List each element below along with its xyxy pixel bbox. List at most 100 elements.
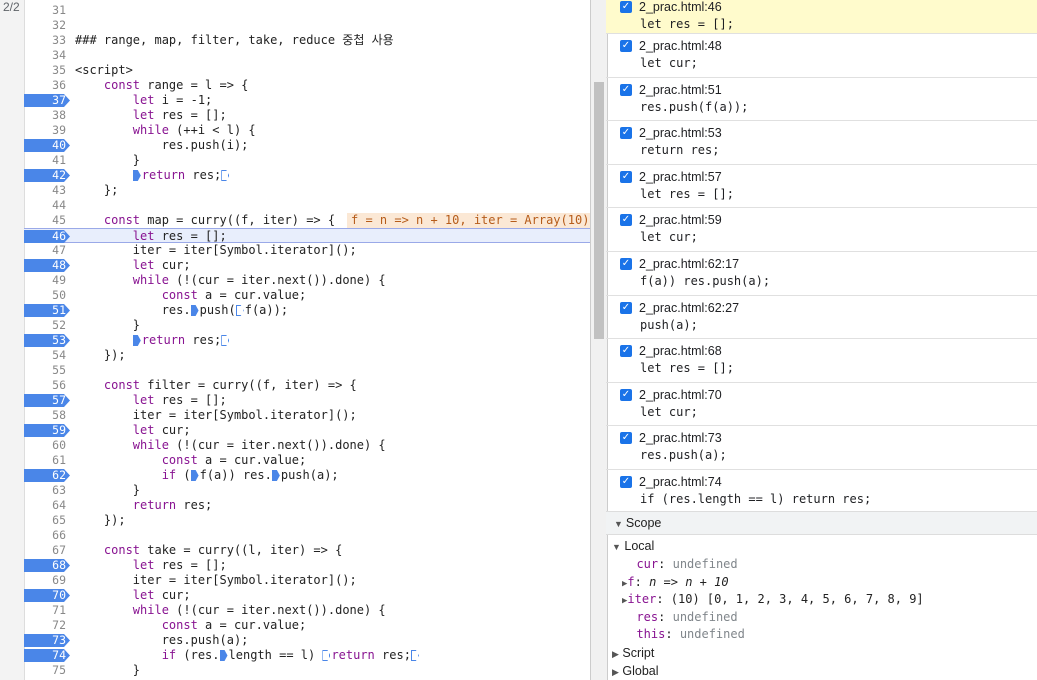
breakpoint-item[interactable]: ✓ 2_prac.html:53 return res;: [606, 120, 1037, 165]
code-line[interactable]: 68 let res = [];: [24, 558, 590, 573]
breakpoint-item[interactable]: ✓ 2_prac.html:74 if (res.length == l) retu…: [606, 469, 1037, 514]
line-number[interactable]: 45: [24, 213, 66, 228]
line-number[interactable]: 72: [24, 618, 66, 633]
line-number[interactable]: 40: [24, 138, 66, 153]
code-line[interactable]: 34: [24, 48, 590, 63]
line-number[interactable]: 53: [24, 333, 66, 348]
breakpoint-checkbox[interactable]: ✓: [620, 127, 632, 140]
line-number[interactable]: 66: [24, 528, 66, 543]
code-line[interactable]: 50 const a = cur.value;: [24, 288, 590, 303]
line-number[interactable]: 67: [24, 543, 66, 558]
code-line[interactable]: 60 while (!(cur = iter.next()).done) {: [24, 438, 590, 453]
code-line[interactable]: 56 const filter = curry((f, iter) => {: [24, 378, 590, 393]
code-line[interactable]: 63 }: [24, 483, 590, 498]
line-number[interactable]: 52: [24, 318, 66, 333]
line-number[interactable]: 39: [24, 123, 66, 138]
breakpoint-item[interactable]: ✓ 2_prac.html:46 let res = [];: [606, 0, 1037, 34]
code-line[interactable]: 52 }: [24, 318, 590, 333]
line-number[interactable]: 33: [24, 33, 66, 48]
line-number[interactable]: 73: [24, 633, 66, 648]
code-line[interactable]: 48 let cur;: [24, 258, 590, 273]
code-line[interactable]: 45 const map = curry((f, iter) => {f = n…: [24, 213, 590, 228]
code-line[interactable]: 59 let cur;: [24, 423, 590, 438]
code-line[interactable]: 62 if (f(a)) res. push(a);: [24, 468, 590, 483]
line-number[interactable]: 70: [24, 588, 66, 603]
line-number[interactable]: 64: [24, 498, 66, 513]
code-line[interactable]: 72 const a = cur.value;: [24, 618, 590, 633]
code-line[interactable]: 38 let res = [];: [24, 108, 590, 123]
code-line[interactable]: 39 while (++i < l) {: [24, 123, 590, 138]
code-line[interactable]: 51 res. push(f(a));: [24, 303, 590, 318]
code-line[interactable]: 36 const range = l => {: [24, 78, 590, 93]
code-line[interactable]: 57 let res = [];: [24, 393, 590, 408]
scope-variable[interactable]: ▶f: n => n + 10: [622, 575, 729, 589]
line-number[interactable]: 44: [24, 198, 66, 213]
code-line[interactable]: 70 let cur;: [24, 588, 590, 603]
breakpoint-item[interactable]: ✓ 2_prac.html:62:27 push(a);: [606, 295, 1037, 340]
code-line[interactable]: 71 while (!(cur = iter.next()).done) {: [24, 603, 590, 618]
breakpoint-item[interactable]: ✓ 2_prac.html:70 let cur;: [606, 382, 1037, 427]
scope-variable[interactable]: ▶iter: (10) [0, 1, 2, 3, 4, 5, 6, 7, 8, …: [622, 592, 924, 606]
code-line[interactable]: 66: [24, 528, 590, 543]
line-number[interactable]: 32: [24, 18, 66, 33]
breakpoint-item[interactable]: ✓ 2_prac.html:68 let res = [];: [606, 338, 1037, 383]
line-number[interactable]: 47: [24, 243, 66, 258]
scope-local-toggle[interactable]: ▼ Local: [612, 539, 654, 553]
code-line[interactable]: 40 res.push(i);: [24, 138, 590, 153]
code-line[interactable]: 61 const a = cur.value;: [24, 453, 590, 468]
breakpoint-checkbox[interactable]: ✓: [620, 214, 632, 227]
line-number[interactable]: 42: [24, 168, 66, 183]
code-line[interactable]: 58 iter = iter[Symbol.iterator]();: [24, 408, 590, 423]
line-number[interactable]: 69: [24, 573, 66, 588]
breakpoint-checkbox[interactable]: ✓: [620, 83, 632, 96]
code-line[interactable]: 35 <script>: [24, 63, 590, 78]
line-number[interactable]: 41: [24, 153, 66, 168]
line-number[interactable]: 57: [24, 393, 66, 408]
scope-script-toggle[interactable]: ▶ Script: [612, 646, 654, 660]
line-number[interactable]: 34: [24, 48, 66, 63]
code-line[interactable]: 42 return res;: [24, 168, 590, 183]
breakpoint-item[interactable]: ✓ 2_prac.html:62:17 f(a)) res.push(a);: [606, 251, 1037, 296]
line-number[interactable]: 68: [24, 558, 66, 573]
line-number[interactable]: 60: [24, 438, 66, 453]
scope-section-header[interactable]: ▼ Scope: [606, 511, 1037, 535]
breakpoint-checkbox[interactable]: ✓: [620, 345, 632, 358]
line-number[interactable]: 43: [24, 183, 66, 198]
line-number[interactable]: 56: [24, 378, 66, 393]
code-line[interactable]: 67 const take = curry((l, iter) => {: [24, 543, 590, 558]
breakpoint-checkbox[interactable]: ✓: [620, 258, 632, 270]
code-line[interactable]: 31: [24, 3, 590, 18]
line-number[interactable]: 61: [24, 453, 66, 468]
code-line[interactable]: 33 ### range, map, filter, take, reduce 중…: [24, 33, 590, 48]
code-line[interactable]: 69 iter = iter[Symbol.iterator]();: [24, 573, 590, 588]
source-editor[interactable]: 31 32 33 ### range, map, filter, take, redu…: [24, 0, 590, 680]
line-number[interactable]: 46: [24, 229, 66, 244]
line-number[interactable]: 65: [24, 513, 66, 528]
line-number[interactable]: 62: [24, 468, 66, 483]
code-line[interactable]: 73 res.push(a);: [24, 633, 590, 648]
line-number[interactable]: 75: [24, 663, 66, 678]
line-number[interactable]: 71: [24, 603, 66, 618]
scope-global-toggle[interactable]: ▶ Global: [612, 664, 659, 678]
breakpoint-checkbox[interactable]: ✓: [620, 40, 632, 52]
breakpoint-checkbox[interactable]: ✓: [620, 476, 632, 488]
code-line[interactable]: 65 });: [24, 513, 590, 528]
line-number[interactable]: 37: [24, 93, 66, 108]
code-line[interactable]: 74 if (res. length == l) return res;: [24, 648, 590, 663]
breakpoint-checkbox[interactable]: ✓: [620, 301, 632, 314]
line-number[interactable]: 49: [24, 273, 66, 288]
code-line[interactable]: 75 }: [24, 663, 590, 678]
line-number[interactable]: 58: [24, 408, 66, 423]
line-number[interactable]: 63: [24, 483, 66, 498]
line-number[interactable]: 35: [24, 63, 66, 78]
line-number[interactable]: 38: [24, 108, 66, 123]
breakpoint-item[interactable]: ✓ 2_prac.html:51 res.push(f(a));: [606, 77, 1037, 122]
line-number[interactable]: 54: [24, 348, 66, 363]
breakpoint-checkbox[interactable]: ✓: [620, 1, 632, 13]
breakpoint-checkbox[interactable]: ✓: [620, 388, 632, 401]
breakpoint-checkbox[interactable]: ✓: [620, 432, 632, 445]
line-number[interactable]: 31: [24, 3, 66, 18]
line-number[interactable]: 55: [24, 363, 66, 378]
line-number[interactable]: 74: [24, 648, 66, 663]
code-line[interactable]: 41 }: [24, 153, 590, 168]
